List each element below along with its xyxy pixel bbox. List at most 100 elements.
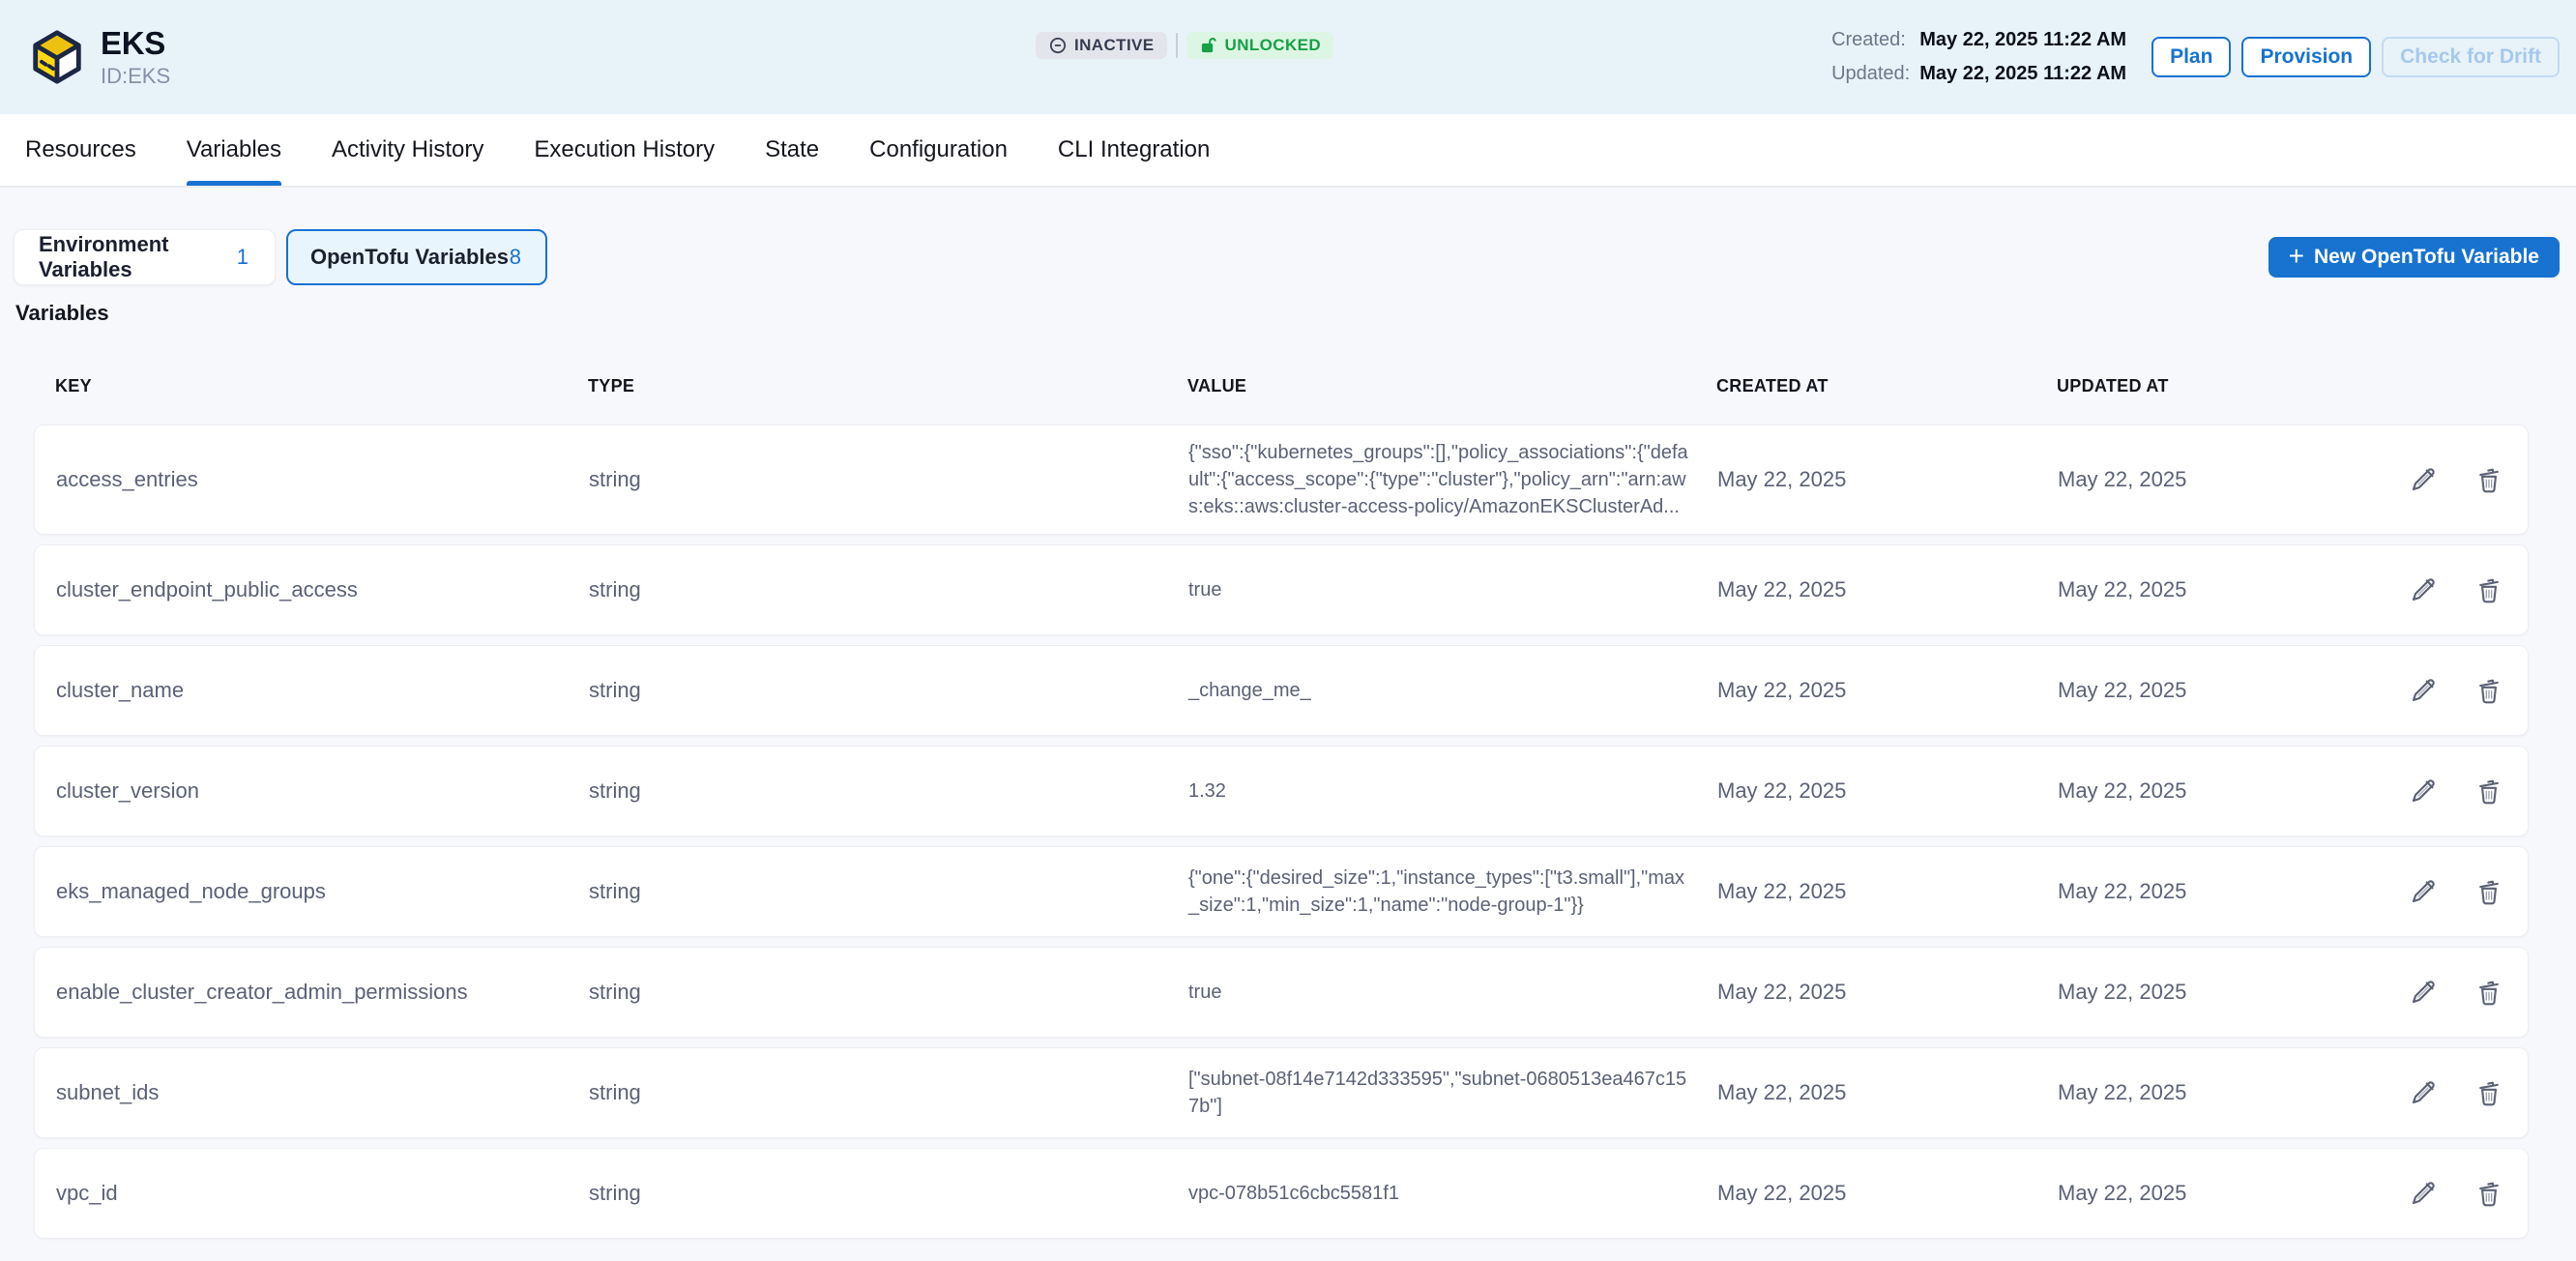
table-row: cluster_version string 1.32 May 22, 2025… (34, 746, 2529, 836)
variable-created-at: May 22, 2025 (1717, 678, 2058, 703)
variable-created-at: May 22, 2025 (1717, 1080, 2058, 1105)
variable-created-at: May 22, 2025 (1717, 1181, 2058, 1206)
edit-variable-button[interactable] (2408, 675, 2439, 706)
tab-activity-history[interactable]: Activity History (332, 114, 483, 186)
delete-variable-button[interactable] (2474, 1178, 2504, 1209)
edit-variable-button[interactable] (2408, 776, 2439, 806)
edit-variable-button[interactable] (2408, 1077, 2439, 1108)
updated-value: May 22, 2025 11:22 AM (1919, 63, 2126, 85)
lock-status-badge: UNLOCKED (1186, 32, 1334, 59)
created-value: May 22, 2025 11:22 AM (1919, 29, 2126, 51)
trash-icon (2474, 574, 2504, 605)
tab-configuration[interactable]: Configuration (869, 114, 1008, 186)
pencil-icon (2408, 675, 2439, 706)
page-title: EKS (101, 25, 170, 62)
timestamps: Created: May 22, 2025 11:22 AM Updated: … (1831, 29, 2126, 85)
variable-value: ["subnet-08f14e7142d333595","subnet-0680… (1188, 1066, 1691, 1120)
variable-type: string (589, 879, 1188, 904)
variable-created-at: May 22, 2025 (1717, 980, 2058, 1005)
pencil-icon (2408, 876, 2439, 907)
table-row: subnet_ids string ["subnet-08f14e7142d33… (34, 1047, 2529, 1138)
delete-variable-button[interactable] (2474, 1077, 2504, 1108)
tab-state[interactable]: State (765, 114, 819, 186)
environment-variables-filter[interactable]: Environment Variables 1 (14, 229, 276, 285)
trash-icon (2474, 464, 2504, 495)
table-row: cluster_name string _change_me_ May 22, … (34, 645, 2529, 736)
variable-key: cluster_version (56, 778, 589, 804)
delete-variable-button[interactable] (2474, 876, 2504, 907)
check-for-drift-button[interactable]: Check for Drift (2382, 37, 2560, 77)
table-header: KEY TYPE VALUE CREATED AT UPDATED AT (34, 376, 2576, 396)
edit-variable-button[interactable] (2408, 977, 2439, 1008)
lock-badge-label: UNLOCKED (1225, 36, 1322, 55)
variable-key: access_entries (56, 467, 589, 492)
new-opentofu-variable-button[interactable]: + New OpenTofu Variable (2269, 237, 2560, 278)
variable-value: true (1188, 979, 1691, 1006)
variables-page: Environment Variables 1 OpenTofu Variabl… (0, 188, 2576, 1239)
tab-execution-history[interactable]: Execution History (534, 114, 715, 186)
delete-variable-button[interactable] (2474, 675, 2504, 706)
updated-label: Updated: (1831, 63, 1910, 85)
trash-icon (2474, 776, 2504, 806)
variable-value: {"one":{"desired_size":1,"instance_types… (1188, 865, 1691, 919)
environment-variables-label: Environment Variables (39, 232, 237, 282)
trash-icon (2474, 1178, 2504, 1209)
provision-button[interactable]: Provision (2241, 37, 2371, 77)
trash-icon (2474, 876, 2504, 907)
variable-key: cluster_name (56, 678, 589, 703)
opentofu-variables-count: 8 (510, 245, 521, 270)
variable-value: true (1188, 576, 1691, 603)
plus-icon: + (2289, 243, 2304, 270)
edit-variable-button[interactable] (2408, 464, 2439, 495)
tab-variables[interactable]: Variables (187, 114, 281, 186)
edit-variable-button[interactable] (2408, 1178, 2439, 1209)
variable-updated-at: May 22, 2025 (2058, 678, 2331, 703)
table-row: vpc_id string vpc-078b51c6cbc5581f1 May … (34, 1148, 2529, 1239)
delete-variable-button[interactable] (2474, 977, 2504, 1008)
minus-circle-icon (1048, 36, 1068, 55)
cube-logo-icon (27, 27, 87, 87)
edit-variable-button[interactable] (2408, 876, 2439, 907)
pencil-icon (2408, 1077, 2439, 1108)
delete-variable-button[interactable] (2474, 464, 2504, 495)
column-header-type: TYPE (588, 376, 1187, 396)
variable-updated-at: May 22, 2025 (2058, 1080, 2331, 1105)
variable-type: string (589, 467, 1188, 492)
unlock-icon (1199, 36, 1218, 55)
trash-icon (2474, 977, 2504, 1008)
variable-updated-at: May 22, 2025 (2058, 879, 2331, 904)
variable-created-at: May 22, 2025 (1717, 467, 2058, 492)
delete-variable-button[interactable] (2474, 574, 2504, 605)
variable-type: string (589, 577, 1188, 602)
table-row: eks_managed_node_groups string {"one":{"… (34, 846, 2529, 937)
new-variable-button-label: New OpenTofu Variable (2314, 246, 2539, 269)
pencil-icon (2408, 776, 2439, 806)
created-label: Created: (1831, 29, 1910, 51)
variable-key: subnet_ids (56, 1080, 589, 1105)
environment-variables-count: 1 (237, 245, 249, 270)
edit-variable-button[interactable] (2408, 574, 2439, 605)
tab-resources[interactable]: Resources (25, 114, 136, 186)
variables-table: access_entries string {"sso":{"kubernete… (34, 425, 2529, 1239)
variable-key: vpc_id (56, 1181, 589, 1206)
variable-value: 1.32 (1188, 777, 1691, 805)
status-badge-inactive: INACTIVE (1036, 32, 1167, 59)
variable-type: string (589, 778, 1188, 804)
table-row: access_entries string {"sso":{"kubernete… (34, 425, 2529, 535)
opentofu-variables-filter[interactable]: OpenTofu Variables 8 (286, 229, 547, 285)
tab-cli-integration[interactable]: CLI Integration (1058, 114, 1210, 186)
variable-created-at: May 22, 2025 (1717, 577, 2058, 602)
pencil-icon (2408, 1178, 2439, 1209)
plan-button[interactable]: Plan (2152, 37, 2231, 77)
opentofu-variables-label: OpenTofu Variables (310, 245, 509, 270)
variable-value: vpc-078b51c6cbc5581f1 (1188, 1180, 1691, 1207)
delete-variable-button[interactable] (2474, 776, 2504, 806)
variable-created-at: May 22, 2025 (1717, 778, 2058, 804)
column-header-key: KEY (55, 376, 588, 396)
trash-icon (2474, 1077, 2504, 1108)
variable-type: string (589, 980, 1188, 1005)
variable-updated-at: May 22, 2025 (2058, 980, 2331, 1005)
page-subtitle: ID:EKS (101, 64, 170, 89)
pencil-icon (2408, 574, 2439, 605)
status-badges: INACTIVE UNLOCKED (1036, 32, 1333, 59)
